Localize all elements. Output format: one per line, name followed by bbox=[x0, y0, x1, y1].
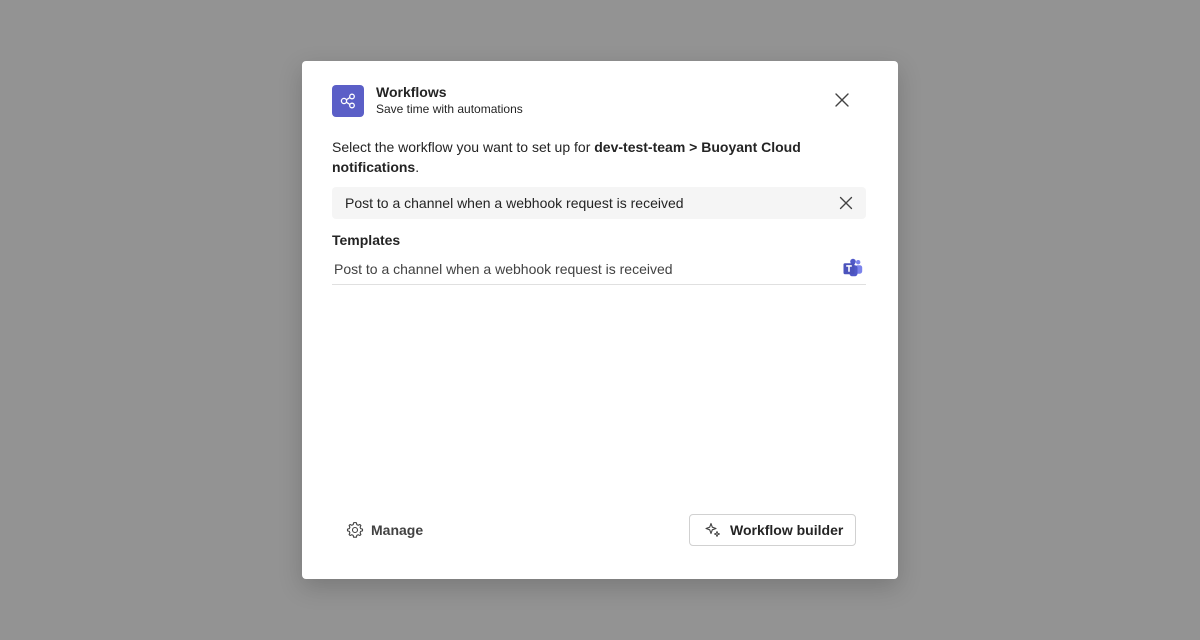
manage-label: Manage bbox=[371, 522, 424, 538]
search-box bbox=[332, 187, 866, 219]
dialog-header: Workflows Save time with automations bbox=[332, 84, 523, 117]
workflow-share-icon bbox=[332, 84, 364, 117]
template-list-item[interactable]: Post to a channel when a webhook request… bbox=[332, 253, 866, 285]
dialog-title: Workflows bbox=[376, 84, 447, 100]
workflow-builder-label: Workflow builder bbox=[730, 522, 844, 538]
manage-button[interactable]: Manage bbox=[342, 515, 427, 545]
teams-icon bbox=[843, 258, 863, 277]
sparkle-icon bbox=[705, 522, 720, 537]
clear-search-button[interactable] bbox=[836, 193, 856, 213]
close-icon bbox=[839, 196, 853, 210]
instruction-text: Select the workflow you want to set up f… bbox=[332, 137, 852, 177]
templates-heading: Templates bbox=[332, 232, 401, 248]
instruction-prefix: Select the workflow you want to set up f… bbox=[332, 139, 595, 155]
dialog-subtitle: Save time with automations bbox=[376, 102, 523, 116]
instruction-suffix: . bbox=[415, 159, 420, 175]
close-button[interactable] bbox=[829, 87, 855, 113]
workflows-dialog: Workflows Save time with automations Sel… bbox=[302, 61, 898, 579]
dialog-titles: Workflows Save time with automations bbox=[376, 84, 523, 117]
template-label: Post to a channel when a webhook request… bbox=[334, 260, 673, 277]
close-icon bbox=[835, 93, 849, 107]
search-input[interactable] bbox=[332, 188, 825, 218]
workflow-builder-button[interactable]: Workflow builder bbox=[689, 514, 856, 546]
gear-icon bbox=[346, 521, 364, 538]
